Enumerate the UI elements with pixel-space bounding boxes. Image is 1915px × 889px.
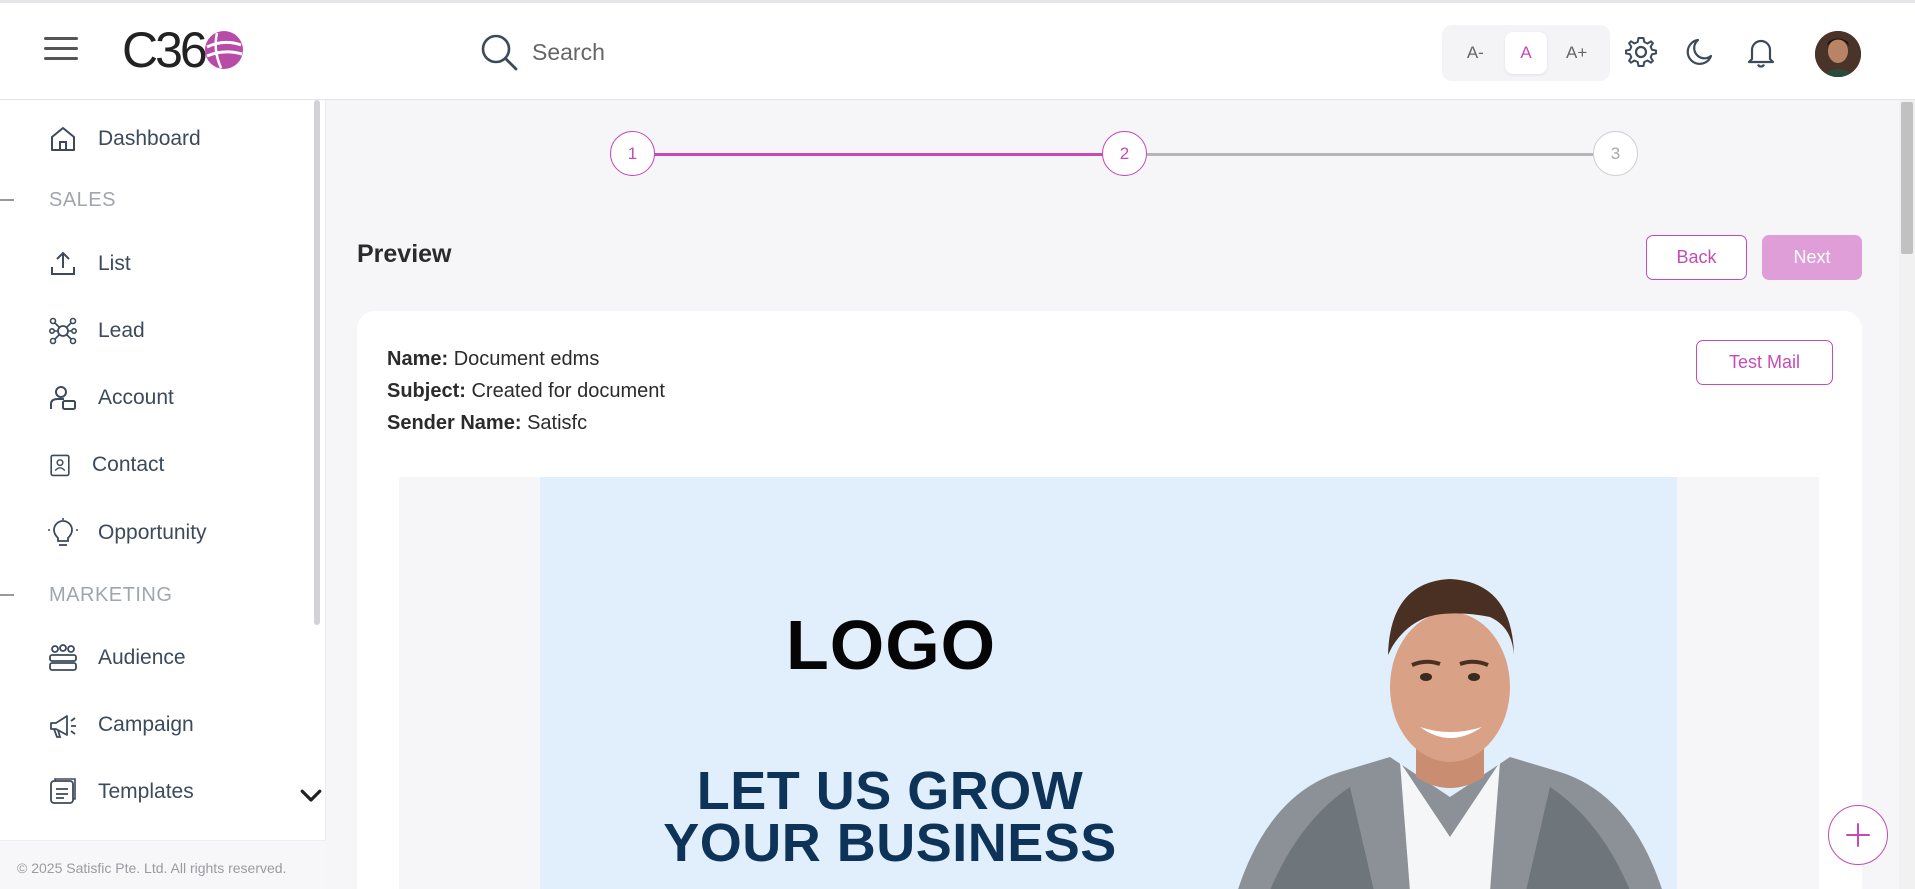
email-meta: Name: Document edms Subject: Created for… <box>387 343 665 439</box>
sidebar-scrollbar[interactable] <box>314 100 320 625</box>
sidebar-item-label: Account <box>98 386 174 409</box>
page-title: Preview <box>357 240 452 268</box>
section-marketing: MARKETING <box>0 580 172 610</box>
email-headline: LET US GROW YOUR BUSINESS <box>660 761 1120 873</box>
headline-line-2: YOUR BUSINESS <box>663 813 1117 873</box>
copyright-footer: © 2025 Satisfic Pte. Ltd. All rights res… <box>0 840 326 889</box>
sidebar-item-dashboard[interactable]: Dashboard <box>48 119 201 159</box>
logo-globe-icon <box>204 31 243 69</box>
back-button[interactable]: Back <box>1646 235 1747 280</box>
progress-stepper: 1 2 3 <box>610 131 1638 177</box>
moon-icon[interactable] <box>1684 35 1718 69</box>
contact-book-icon <box>50 454 70 477</box>
sidebar-item-account[interactable]: Account <box>48 378 174 418</box>
sidebar-item-campaign[interactable]: Campaign <box>48 705 194 745</box>
megaphone-icon <box>50 715 76 738</box>
sidebar-item-label: Lead <box>98 319 145 342</box>
template-icon <box>50 778 76 804</box>
section-label: SALES <box>49 188 116 211</box>
sidebar-item-contact[interactable]: Contact <box>48 445 164 485</box>
sidebar-item-label: Dashboard <box>98 127 201 150</box>
sender-value: Satisfc <box>527 412 588 434</box>
menu-icon[interactable] <box>44 37 78 65</box>
search-icon[interactable] <box>478 31 520 73</box>
group-icon <box>49 644 77 671</box>
section-sales: SALES <box>0 185 116 215</box>
section-label: MARKETING <box>49 583 173 606</box>
search-input[interactable] <box>532 38 952 66</box>
businessman-photo <box>1238 579 1662 889</box>
home-icon <box>51 127 75 151</box>
plus-icon <box>1846 823 1870 847</box>
sidebar-item-list[interactable]: List <box>48 244 131 284</box>
test-mail-button[interactable]: Test Mail <box>1696 340 1833 385</box>
step-3[interactable]: 3 <box>1593 131 1638 176</box>
font-increase-button[interactable]: A+ <box>1556 32 1598 74</box>
user-avatar[interactable] <box>1815 31 1861 77</box>
subject-label: Subject: <box>387 380 466 402</box>
chevron-down-icon[interactable] <box>296 780 326 810</box>
sidebar-item-label: Opportunity <box>98 521 207 544</box>
headline-line-1: LET US GROW <box>696 761 1084 821</box>
next-button[interactable]: Next <box>1762 235 1862 280</box>
email-preview-body: LOGO LET US GROW YOUR BUSINESS <box>540 477 1677 889</box>
name-label: Name: <box>387 348 449 370</box>
sidebar-item-label: Contact <box>92 453 165 476</box>
top-header: C36 A- A A+ <box>0 3 1915 100</box>
bell-icon[interactable] <box>1744 35 1778 69</box>
sidebar-item-label: Campaign <box>98 713 194 736</box>
subject-value: Created for document <box>471 380 665 402</box>
logo-text: C36 <box>122 22 208 78</box>
gear-icon[interactable] <box>1624 35 1658 69</box>
network-icon <box>48 317 77 345</box>
step-2[interactable]: 2 <box>1102 131 1147 176</box>
sidebar-item-audience[interactable]: Audience <box>48 638 186 678</box>
sidebar-item-label: List <box>98 252 131 275</box>
email-preview-frame: LOGO LET US GROW YOUR BUSINESS <box>399 477 1819 889</box>
upload-icon <box>51 251 75 275</box>
name-value: Document edms <box>453 348 600 370</box>
email-logo-text: LOGO <box>786 606 997 684</box>
brand-logo[interactable]: C36 <box>122 22 245 78</box>
preview-card: Name: Document edms Subject: Created for… <box>357 311 1862 889</box>
font-normal-button[interactable]: A <box>1504 32 1547 74</box>
sidebar-item-opportunity[interactable]: Opportunity <box>48 513 207 553</box>
sidebar: Dashboard SALES List Lead Account Contac… <box>0 100 326 889</box>
user-card-icon <box>50 386 76 410</box>
sidebar-item-templates[interactable]: Templates <box>48 772 322 812</box>
main-scrollbar-thumb[interactable] <box>1901 102 1913 254</box>
search-bar <box>478 29 978 75</box>
stepper-line-completed <box>654 153 1104 156</box>
lightbulb-icon <box>48 518 78 546</box>
stepper-line-pending <box>1147 153 1594 156</box>
sender-label: Sender Name: <box>387 412 522 434</box>
font-decrease-button[interactable]: A- <box>1454 32 1496 74</box>
sidebar-item-label: Templates <box>98 780 194 803</box>
font-size-switcher: A- A A+ <box>1442 25 1610 81</box>
sidebar-item-lead[interactable]: Lead <box>48 311 145 351</box>
sidebar-item-label: Audience <box>98 646 186 669</box>
step-1[interactable]: 1 <box>610 131 655 176</box>
add-fab-button[interactable] <box>1828 805 1888 865</box>
